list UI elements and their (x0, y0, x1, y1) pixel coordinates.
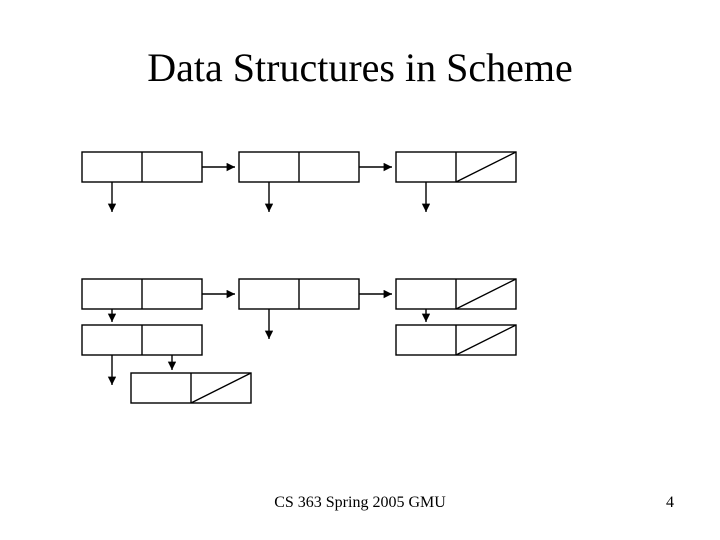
cons-cell (239, 152, 359, 182)
nil-slash (456, 279, 516, 309)
cons-cell (82, 325, 202, 355)
cons-cell (82, 152, 202, 182)
cons-cell (396, 279, 516, 309)
cons-cell (396, 152, 516, 182)
nil-slash (456, 325, 516, 355)
cons-cell (82, 279, 202, 309)
cons-cell (131, 373, 251, 403)
cons-cell-diagram (0, 0, 720, 540)
footer-course: CS 363 Spring 2005 GMU (0, 494, 720, 512)
cons-cell (239, 279, 359, 309)
nil-slash (191, 373, 251, 403)
slide: Data Structures in Scheme (0, 0, 720, 540)
nil-slash (456, 152, 516, 182)
page-number: 4 (666, 494, 674, 512)
cons-cell (396, 325, 516, 355)
